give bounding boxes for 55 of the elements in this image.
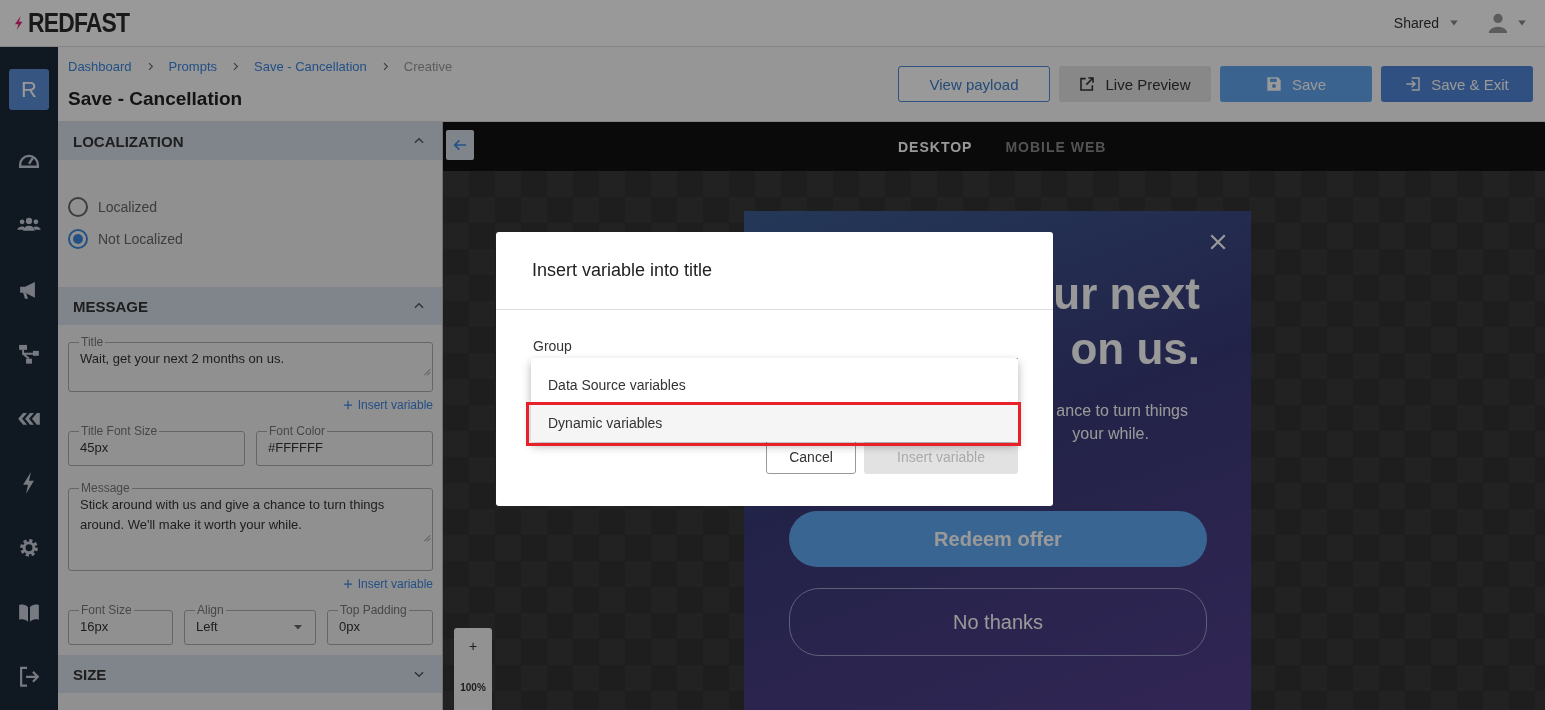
prompt-button[interactable]: No thanks <box>789 588 1207 656</box>
sign-in-icon <box>1405 76 1422 92</box>
caret-icon <box>1517 18 1527 28</box>
resize-grip-icon <box>422 367 431 376</box>
breadcrumb[interactable]: Save - Cancellation <box>254 58 367 74</box>
text-field[interactable]: Title Font Size 45px <box>68 424 245 466</box>
device-tab[interactable]: MOBILE WEB <box>1005 138 1107 155</box>
chevron-right-icon <box>231 61 240 71</box>
prompt-title: on us. <box>1070 323 1200 375</box>
action-button[interactable]: Live Preview <box>1059 66 1211 102</box>
breadcrumb[interactable]: Prompts <box>168 58 217 74</box>
prompt-message: your while. <box>1072 424 1149 444</box>
plus-icon <box>342 579 353 589</box>
page-title: Save - Cancellation <box>68 87 244 110</box>
close-icon <box>1209 233 1227 251</box>
prompt-message: ance to turn things <box>1056 401 1188 421</box>
menu-option[interactable]: Data Source variables <box>531 366 1018 404</box>
device-tab[interactable]: DESKTOP <box>898 138 973 155</box>
breadcrumb[interactable]: Dashboard <box>68 58 132 74</box>
plus-icon <box>342 400 353 410</box>
radio-option[interactable]: Localized <box>68 197 432 217</box>
back-arrow-icon <box>452 137 468 153</box>
user-menu[interactable] <box>1487 12 1527 34</box>
select-field[interactable]: Align Left <box>184 603 316 645</box>
account-avatar[interactable]: R <box>9 69 49 111</box>
radio-button[interactable] <box>68 229 88 249</box>
text-field[interactable]: Font Size 16px <box>68 603 173 645</box>
section-header[interactable]: MESSAGE <box>58 287 442 325</box>
insert-variable-link[interactable]: Insert variable <box>342 577 433 591</box>
workspace-selector[interactable]: Shared <box>1393 15 1459 31</box>
zoom-in-button[interactable]: + <box>468 638 478 654</box>
action-button[interactable]: Save & Exit <box>1381 66 1533 102</box>
insert-variable-link[interactable]: Insert variable <box>342 398 433 412</box>
text-field[interactable]: Title Wait, get your next 2 months on us. <box>68 335 433 392</box>
group-label: Group <box>533 338 573 354</box>
caret-icon <box>1449 18 1459 28</box>
settings-icon[interactable] <box>17 536 41 560</box>
text-field[interactable]: Top Padding 0px <box>327 603 433 645</box>
section-header[interactable]: SIZE <box>58 655 442 693</box>
action-button[interactable]: View payload <box>898 66 1050 102</box>
radio-button[interactable] <box>68 197 88 217</box>
logout-icon[interactable] <box>17 665 41 689</box>
user-icon <box>1487 12 1509 34</box>
zoom-level: 100% <box>460 682 486 693</box>
dialog-title: Insert variable into title <box>532 260 713 281</box>
text-field[interactable]: Font Color #FFFFFF <box>256 424 433 466</box>
brand-logo: REDFAST <box>28 7 130 39</box>
resize-grip-icon <box>422 533 431 542</box>
sitemap-icon[interactable] <box>17 342 41 366</box>
breadcrumb: Creative <box>403 58 453 74</box>
text-field[interactable]: Message Stick around with us and give a chance to turn things around. We'll make it worth your while. <box>68 481 433 571</box>
prompt-title: ur next <box>1053 268 1200 320</box>
radio-option[interactable]: Not Localized <box>68 229 432 249</box>
external-link-icon <box>1079 76 1096 92</box>
section-header[interactable]: LOCALIZATION <box>58 122 442 160</box>
